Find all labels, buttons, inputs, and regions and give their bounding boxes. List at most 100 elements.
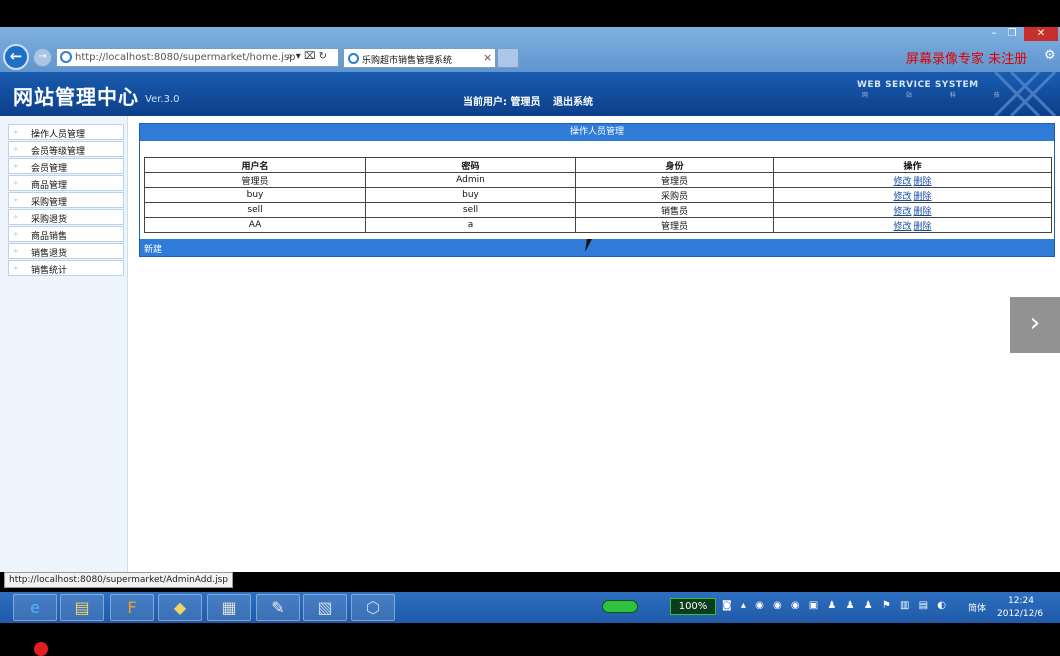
sidebar-item-label: 会员管理 <box>31 164 68 174</box>
delete-link[interactable]: 删除 <box>914 177 932 187</box>
recorder-watermark: 屏幕录像专家 未注册 <box>906 52 1028 67</box>
operator-panel: 操作人员管理 用户名 密码 身份 操作 管理员 Admin 管理员 修改删除 <box>139 123 1055 257</box>
cell-actions: 修改 删除 <box>773 202 1052 218</box>
sidebar: ✧ 操作人员管理 ✧ 会员等级管理 ✧ 会员管理 ✧ 商品管理 ✧ 采购管理 ✧… <box>0 116 128 572</box>
screen: – ❐ ✕ ← → http://localhost:8080/supermar… <box>0 0 1060 656</box>
delete-link[interactable]: 删除 <box>914 207 932 217</box>
cell-role: 管理员 <box>575 217 774 233</box>
back-arrow-icon[interactable]: ← <box>3 44 29 70</box>
bullet-icon: ✧ <box>13 265 19 272</box>
sidebar-item-label: 商品销售 <box>31 232 68 242</box>
site-version: Ver.3.0 <box>145 94 180 105</box>
sidebar-item-label: 采购退货 <box>31 215 68 225</box>
sidebar-item-label: 销售统计 <box>31 266 68 276</box>
sidebar-item-operator-management[interactable]: ✧ 操作人员管理 <box>8 124 124 140</box>
table-row: AA a 管理员 修改 删除 <box>144 217 1052 233</box>
tab-close-icon[interactable]: × <box>483 51 492 64</box>
edit-link[interactable]: 修改 <box>893 222 911 232</box>
site-title: 网站管理中心 <box>13 85 139 109</box>
web-page: 网站管理中心 Ver.3.0 当前用户: 管理员 退出系统 WEB SERVIC… <box>0 72 1060 588</box>
cell-password: buy <box>365 187 576 203</box>
sidebar-item-sales-return[interactable]: ✧ 销售退货 <box>8 243 124 259</box>
cell-role: 采购员 <box>575 187 774 203</box>
browser-chrome: – ❐ ✕ ← → http://localhost:8080/supermar… <box>0 27 1060 72</box>
sidebar-item-label: 销售退货 <box>31 249 68 259</box>
table-row: sell sell 销售员 修改 删除 <box>144 202 1052 218</box>
logout-link[interactable]: 退出系统 <box>553 93 593 108</box>
delete-link[interactable]: 删除 <box>914 192 932 202</box>
notepad-icon[interactable]: ✎ <box>256 594 300 621</box>
gear-icon[interactable]: ⚙ <box>1044 48 1056 63</box>
cell-username: AA <box>144 217 366 233</box>
sidebar-item-purchase-return[interactable]: ✧ 采购退货 <box>8 209 124 225</box>
cell-password: sell <box>365 202 576 218</box>
sidebar-item-label: 会员等级管理 <box>31 147 86 157</box>
bullet-icon: ✧ <box>13 248 19 255</box>
sidebar-item-label: 操作人员管理 <box>31 130 86 140</box>
recording-dot-icon <box>34 642 48 656</box>
column-header-role: 身份 <box>575 157 774 173</box>
battery-icon[interactable] <box>602 600 638 613</box>
window-close-button[interactable]: ✕ <box>1024 27 1058 41</box>
virtualbox-icon[interactable]: ⬡ <box>351 594 395 621</box>
clock-time[interactable]: 12:24 <box>1008 596 1034 606</box>
tab-title: 乐购超市销售管理系统 <box>362 56 453 66</box>
cell-actions: 修改 删除 <box>773 187 1052 203</box>
web-service-system-logo: WEB SERVICE SYSTEM <box>857 80 979 90</box>
sidebar-item-product-sales[interactable]: ✧ 商品销售 <box>8 226 124 242</box>
address-text: http://localhost:8080/supermarket/home.j… <box>75 52 296 63</box>
bullet-icon: ✧ <box>13 197 19 204</box>
cell-role: 管理员 <box>575 172 774 188</box>
ie-page-icon <box>60 51 72 63</box>
cell-password: a <box>365 217 576 233</box>
sidebar-item-label: 采购管理 <box>31 198 68 208</box>
site-header: 网站管理中心 Ver.3.0 当前用户: 管理员 退出系统 WEB SERVIC… <box>0 72 1060 116</box>
address-tools-icons[interactable]: ⌕ ▾ ⌧ ↻ <box>287 51 327 62</box>
table-row: 管理员 Admin 管理员 修改 删除 <box>144 172 1052 188</box>
browser-tab[interactable]: 乐购超市销售管理系统 × <box>343 48 496 68</box>
window-restore-button[interactable]: ❐ <box>1004 27 1020 41</box>
status-bar-url: http://localhost:8080/supermarket/AdminA… <box>4 572 233 588</box>
system-tray-icons[interactable]: ◙ ▴ ◉ ◉ ◉ ▣ ♟ ♟ ♟ ⚑ ▥ ▤ ◐ <box>722 600 949 611</box>
file-explorer-icon[interactable]: ▤ <box>60 594 104 621</box>
cell-actions: 修改 删除 <box>773 172 1052 188</box>
address-bar[interactable]: http://localhost:8080/supermarket/home.j… <box>56 48 339 67</box>
flashget-icon[interactable]: F <box>110 594 154 621</box>
edit-link[interactable]: 修改 <box>893 207 911 217</box>
table-row: buy buy 采购员 修改 删除 <box>144 187 1052 203</box>
mouse-cursor-icon <box>585 239 597 252</box>
sidebar-item-sales-statistics[interactable]: ✧ 销售统计 <box>8 260 124 276</box>
edit-link[interactable]: 修改 <box>893 177 911 187</box>
delete-link[interactable]: 删除 <box>914 222 932 232</box>
column-header-username: 用户名 <box>144 157 366 173</box>
internet-explorer-icon[interactable]: e <box>13 594 57 621</box>
cell-password: Admin <box>365 172 576 188</box>
sidebar-item-member-management[interactable]: ✧ 会员管理 <box>8 158 124 174</box>
sidebar-item-purchase-management[interactable]: ✧ 采购管理 <box>8 192 124 208</box>
bullet-icon: ✧ <box>13 129 19 136</box>
operator-table: 用户名 密码 身份 操作 管理员 Admin 管理员 修改删除 buy buy <box>144 157 1052 233</box>
new-tab-button[interactable] <box>497 48 519 68</box>
clock-date[interactable]: 2012/12/6 <box>997 609 1043 619</box>
next-slide-arrow-icon[interactable]: › <box>1010 297 1060 353</box>
panel-footer: 新建 <box>140 239 1054 256</box>
sidebar-item-member-level-management[interactable]: ✧ 会员等级管理 <box>8 141 124 157</box>
new-operator-link[interactable]: 新建 <box>144 242 162 255</box>
cell-role: 销售员 <box>575 202 774 218</box>
ie-tab-icon <box>348 53 359 64</box>
bullet-icon: ✧ <box>13 180 19 187</box>
edit-link[interactable]: 修改 <box>893 192 911 202</box>
current-user-label: 当前用户: 管理员 <box>463 97 541 108</box>
bullet-icon: ✧ <box>13 146 19 153</box>
image-viewer-icon[interactable]: ▦ <box>207 594 251 621</box>
ime-indicator[interactable]: 简体 <box>968 601 986 614</box>
folder-icon[interactable]: ◆ <box>158 594 202 621</box>
forward-arrow-icon[interactable]: → <box>33 48 52 67</box>
photo-editor-icon[interactable]: ▧ <box>303 594 347 621</box>
sidebar-item-label: 商品管理 <box>31 181 68 191</box>
bullet-icon: ✧ <box>13 231 19 238</box>
panel-title: 操作人员管理 <box>140 124 1054 141</box>
table-header-row: 用户名 密码 身份 操作 <box>144 157 1052 173</box>
window-minimize-button[interactable]: – <box>986 27 1002 41</box>
sidebar-item-product-management[interactable]: ✧ 商品管理 <box>8 175 124 191</box>
